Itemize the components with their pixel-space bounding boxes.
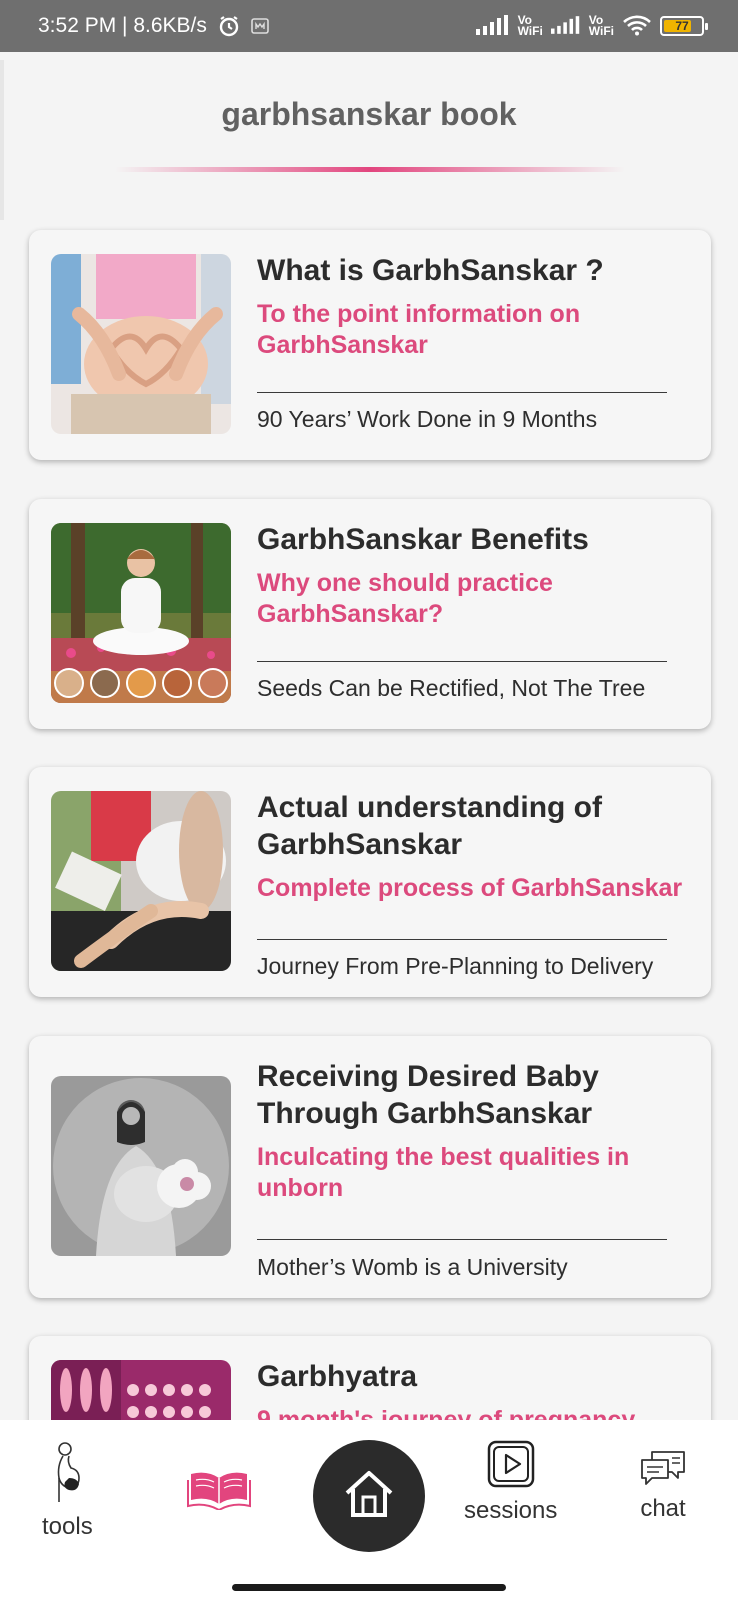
- card-divider: [257, 661, 667, 662]
- page-title: garbhsanskar book: [221, 96, 517, 132]
- card-image-mother-baby: [51, 1076, 231, 1256]
- bottom-nav: tools sessions chat: [0, 1420, 738, 1600]
- book-card-benefits[interactable]: GarbhSanskar Benefits Why one should pra…: [29, 499, 711, 729]
- card-subtitle: Why one should practice GarbhSanskar?: [257, 569, 553, 628]
- nav-tools[interactable]: tools: [42, 1442, 93, 1541]
- card-title: GarbhSanskar Benefits: [257, 523, 589, 556]
- volte-wifi-badge: Vo WiFi: [588, 13, 614, 38]
- gesture-bar[interactable]: [232, 1584, 506, 1591]
- nav-label-sessions: sessions: [464, 1497, 558, 1524]
- nav-chat[interactable]: chat: [638, 1448, 688, 1523]
- card-title: Actual understanding of GarbhSanskar: [257, 791, 602, 861]
- card-tagline: Seeds Can be Rectified, Not The Tree: [257, 675, 646, 701]
- card-divider: [257, 392, 667, 393]
- notification-icon: [251, 18, 269, 34]
- card-image-pregnant-belly: [51, 254, 231, 434]
- title-underline: [115, 167, 625, 172]
- status-time: 3:52 PM | 8.6KB/s: [38, 14, 207, 37]
- app-screen: 3:52 PM | 8.6KB/s Vo WiFi Vo WiFi 77 gar…: [0, 0, 738, 1600]
- book-card-what-is[interactable]: What is GarbhSanskar ? To the point info…: [29, 230, 711, 460]
- card-title: What is GarbhSanskar ?: [257, 254, 604, 287]
- chat-icon: [638, 1448, 688, 1491]
- card-tagline: 90 Years’ Work Done in 9 Months: [257, 406, 598, 432]
- card-divider: [257, 1239, 667, 1240]
- book-card-understanding[interactable]: Actual understanding of GarbhSanskar Com…: [29, 767, 711, 997]
- card-title: Garbhyatra: [257, 1360, 418, 1393]
- status-bar: 3:52 PM | 8.6KB/s Vo WiFi Vo WiFi 77: [0, 0, 738, 52]
- wifi-icon: [622, 14, 652, 39]
- battery-level: 77: [675, 19, 689, 33]
- volte-wifi-badge: Vo WiFi: [517, 13, 543, 38]
- pregnant-woman-icon: [47, 1442, 87, 1509]
- nav-book[interactable]: [186, 1470, 252, 1515]
- side-drawer-handle[interactable]: [0, 60, 4, 220]
- nav-sessions[interactable]: sessions: [464, 1440, 557, 1525]
- battery-icon: 77: [660, 16, 708, 36]
- card-image-reading: [51, 791, 231, 971]
- home-button[interactable]: [313, 1440, 425, 1552]
- card-tagline: Mother’s Womb is a University: [257, 1254, 568, 1280]
- card-image-meditation: [51, 523, 231, 703]
- card-tagline: Journey From Pre-Planning to Delivery: [257, 953, 654, 979]
- nav-label-tools: tools: [42, 1513, 93, 1540]
- card-divider: [257, 939, 667, 940]
- card-title: Receiving Desired Baby Through GarbhSans…: [257, 1060, 599, 1130]
- card-subtitle: Inculcating the best qualities in unborn: [257, 1143, 630, 1202]
- alarm-icon: [217, 14, 241, 38]
- card-subtitle: Complete process of GarbhSanskar: [257, 874, 683, 902]
- book-icon: [186, 1470, 252, 1515]
- home-icon: [343, 1469, 395, 1524]
- nav-label-chat: chat: [640, 1495, 686, 1522]
- play-icon: [487, 1440, 535, 1493]
- signal-icon: [550, 15, 581, 38]
- card-subtitle: To the point information on GarbhSanskar: [257, 300, 581, 359]
- book-card-desired-baby[interactable]: Receiving Desired Baby Through GarbhSans…: [29, 1036, 711, 1298]
- signal-icon: [475, 14, 510, 38]
